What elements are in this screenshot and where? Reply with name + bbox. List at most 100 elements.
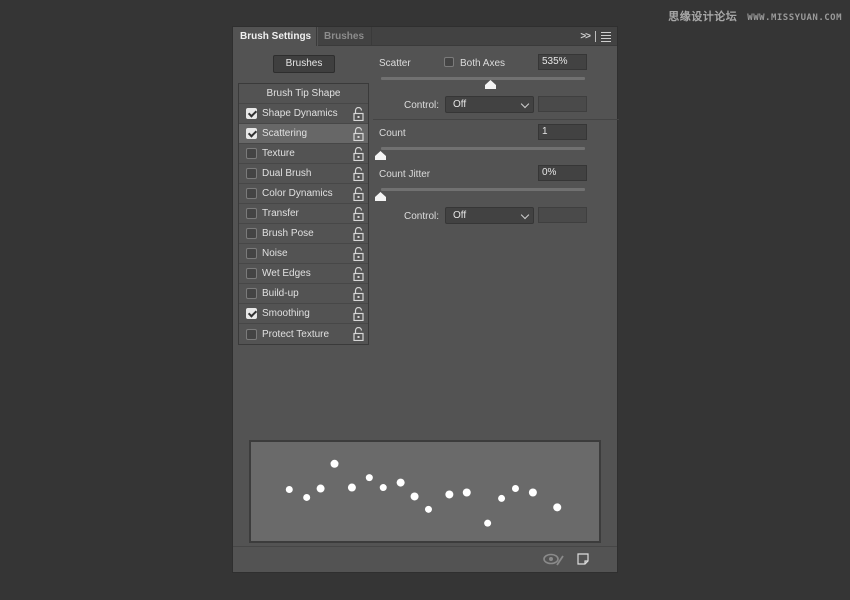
chevron-down-icon xyxy=(520,99,530,109)
scattering-settings: Scatter Both Axes 535% Control: Off Coun… xyxy=(373,27,619,427)
option-checkbox[interactable] xyxy=(246,228,257,239)
preview-dot xyxy=(303,493,311,501)
brushes-button[interactable]: Brushes xyxy=(273,55,335,73)
new-preset-icon[interactable] xyxy=(577,553,589,565)
unlock-icon[interactable] xyxy=(353,267,364,281)
option-checkbox[interactable] xyxy=(246,168,257,179)
option-checkbox[interactable] xyxy=(246,148,257,159)
option-label: Noise xyxy=(262,248,288,259)
brush-option-protect-texture[interactable]: Protect Texture xyxy=(239,324,368,344)
both-axes-checkbox[interactable] xyxy=(444,57,454,67)
count-jitter-slider-track[interactable] xyxy=(381,188,585,191)
brush-option-wet-edges[interactable]: Wet Edges xyxy=(239,264,368,284)
divider xyxy=(373,119,619,120)
preview-dot xyxy=(379,484,387,492)
watermark-url: WWW.MISSYUAN.COM xyxy=(747,13,842,23)
preview-dot xyxy=(330,459,339,468)
unlock-icon[interactable] xyxy=(353,247,364,261)
brush-option-scattering[interactable]: Scattering xyxy=(239,124,368,144)
count-jitter-control-label: Control: xyxy=(404,211,440,222)
option-checkbox[interactable] xyxy=(246,288,257,299)
brush-option-smoothing[interactable]: Smoothing xyxy=(239,304,368,324)
option-label: Texture xyxy=(262,148,295,159)
preview-dot xyxy=(528,488,537,497)
brush-option-brush-pose[interactable]: Brush Pose xyxy=(239,224,368,244)
brush-option-transfer[interactable]: Transfer xyxy=(239,204,368,224)
both-axes-label: Both Axes xyxy=(460,58,506,69)
count-jitter-control-select[interactable]: Off xyxy=(445,207,534,224)
tab-brush-settings[interactable]: Brush Settings xyxy=(233,27,319,46)
preview-dot xyxy=(462,488,471,497)
unlock-icon[interactable] xyxy=(353,127,364,141)
option-checkbox[interactable] xyxy=(246,308,257,319)
option-checkbox[interactable] xyxy=(246,108,257,119)
option-checkbox[interactable] xyxy=(246,328,257,340)
option-label: Color Dynamics xyxy=(262,188,333,199)
preview-dot xyxy=(511,485,519,493)
brush-option-dual-brush[interactable]: Dual Brush xyxy=(239,164,368,184)
brush-option-shape-dynamics[interactable]: Shape Dynamics xyxy=(239,104,368,124)
scatter-control-label: Control: xyxy=(404,100,440,111)
brush-tip-shape-item[interactable]: Brush Tip Shape xyxy=(239,84,368,104)
preview-dot xyxy=(347,483,356,492)
count-jitter-label: Count Jitter xyxy=(379,169,431,180)
option-checkbox[interactable] xyxy=(246,128,257,139)
unlock-icon[interactable] xyxy=(353,147,364,161)
chevron-down-icon xyxy=(520,210,530,220)
preview-canvas xyxy=(285,459,562,527)
unlock-icon[interactable] xyxy=(353,327,364,341)
unlock-icon[interactable] xyxy=(353,287,364,301)
unlock-icon[interactable] xyxy=(353,187,364,201)
unlock-icon[interactable] xyxy=(353,227,364,241)
scatter-control-select[interactable]: Off xyxy=(445,96,534,113)
count-jitter-value-field[interactable]: 0% xyxy=(538,165,587,181)
brush-option-color-dynamics[interactable]: Color Dynamics xyxy=(239,184,368,204)
brush-stroke-preview xyxy=(249,440,601,543)
preview-dot xyxy=(484,519,492,527)
option-checkbox[interactable] xyxy=(246,268,257,279)
scatter-control-extra-field xyxy=(538,96,587,112)
scatter-value-field[interactable]: 535% xyxy=(538,54,587,70)
unlock-icon[interactable] xyxy=(353,107,364,121)
preview-dot xyxy=(365,474,373,482)
scatter-label: Scatter xyxy=(379,58,411,69)
watermark-site-name: 思缘设计论坛 xyxy=(668,10,738,23)
option-checkbox[interactable] xyxy=(246,208,257,219)
preview-dot xyxy=(445,490,454,499)
unlock-icon[interactable] xyxy=(353,167,364,181)
brush-option-build-up[interactable]: Build-up xyxy=(239,284,368,304)
preview-dot xyxy=(316,484,325,493)
preview-dot xyxy=(285,486,293,494)
option-checkbox[interactable] xyxy=(246,248,257,259)
count-value-field[interactable]: 1 xyxy=(538,124,587,140)
option-label: Brush Pose xyxy=(262,228,314,239)
option-checkbox[interactable] xyxy=(246,188,257,199)
eye-brush-icon[interactable] xyxy=(543,553,565,566)
unlock-icon[interactable] xyxy=(353,307,364,321)
count-slider-track[interactable] xyxy=(381,147,585,150)
scatter-slider-thumb[interactable] xyxy=(484,80,496,89)
brush-option-noise[interactable]: Noise xyxy=(239,244,368,264)
brush-options-list: Brush Tip Shape Shape Dynamics Scattering… xyxy=(238,83,369,345)
count-jitter-control-value: Off xyxy=(453,210,467,221)
count-label: Count xyxy=(379,128,406,139)
preview-dot xyxy=(553,503,562,512)
scatter-control-value: Off xyxy=(453,99,467,110)
brush-settings-panel: Brush Settings Brushes >> Brushes Brush … xyxy=(232,26,619,573)
unlock-icon[interactable] xyxy=(353,207,364,221)
preview-dot xyxy=(498,494,506,502)
preview-dot xyxy=(410,492,419,501)
count-slider-thumb[interactable] xyxy=(374,151,386,160)
option-label: Build-up xyxy=(262,288,299,299)
count-jitter-slider-thumb[interactable] xyxy=(374,192,386,201)
option-label: Scattering xyxy=(262,128,308,139)
tab-brushes[interactable]: Brushes xyxy=(316,27,373,46)
panel-footer xyxy=(233,546,617,572)
scatter-slider-track[interactable] xyxy=(381,77,585,80)
brush-option-texture[interactable]: Texture xyxy=(239,144,368,164)
preview-dot xyxy=(396,478,405,487)
watermark: 思缘设计论坛 WWW.MISSYUAN.COM xyxy=(668,8,842,24)
option-label: Transfer xyxy=(262,208,299,219)
option-label: Wet Edges xyxy=(262,268,311,279)
count-jitter-control-extra-field xyxy=(538,207,587,223)
